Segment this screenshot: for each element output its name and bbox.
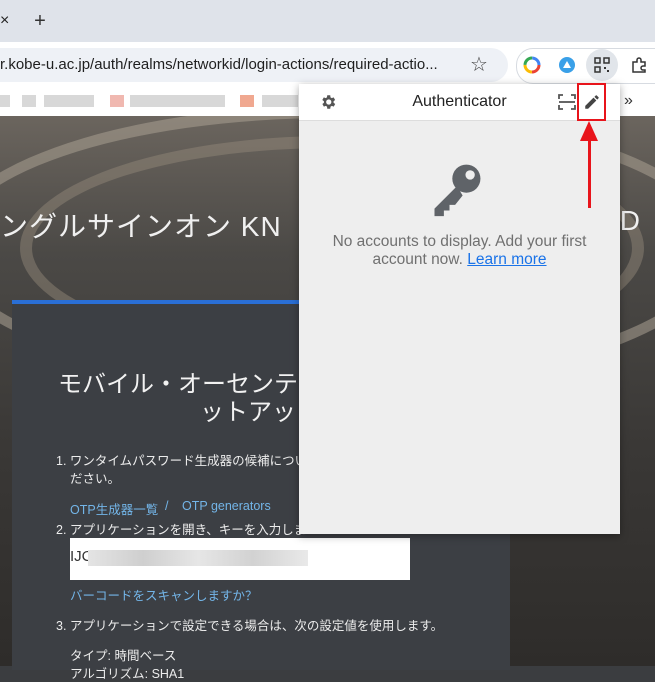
step-1-continued: ださい。 [70,472,121,486]
otp-generators-link-ja[interactable]: OTP生成器一覧 [70,499,158,518]
step-3-text: 3. アプリケーションで設定できる場合は、次の設定値を使用します。 [56,619,444,633]
blue-extension-icon[interactable] [558,56,576,74]
annotation-arrow-line [588,138,591,208]
bookmark-item[interactable] [130,95,225,107]
otp-generators-link-en[interactable]: OTP generators [182,499,271,513]
bookmark-item[interactable] [44,95,94,107]
tab-bar: × + [0,0,655,42]
qr-code-extension-icon[interactable] [593,56,611,74]
secret-key-redacted [88,550,308,566]
address-bar[interactable]: r.kobe-u.ac.jp/auth/realms/networkid/log… [0,48,508,82]
learn-more-link[interactable]: Learn more [467,251,546,268]
puzzle-extensions-icon[interactable] [630,56,648,74]
bookmark-item[interactable] [240,95,254,107]
bookmarks-overflow-chevron[interactable]: » [624,92,633,110]
secret-key-field[interactable]: IJC [70,538,410,580]
empty-message-line1: No accounts to display. Add your first [332,233,587,250]
annotation-highlight-box [577,83,606,121]
otp-link-separator: / [165,499,169,513]
tab-close-icon[interactable]: × [0,12,14,30]
bookmark-star-icon[interactable]: ☆ [470,52,488,77]
setup-title-line2: ットアッ [200,399,296,426]
scan-barcode-link[interactable]: バーコードをスキャンしますか？ [70,585,258,604]
authenticator-popup: Authenticator No accounts to display. Ad… [299,84,620,534]
color-ring-extension-icon[interactable] [523,56,541,74]
url-text: r.kobe-u.ac.jp/auth/realms/networkid/log… [0,56,438,73]
scan-qr-icon[interactable] [558,94,576,110]
new-tab-button[interactable]: + [30,10,50,32]
empty-message-line2: account now. [372,251,463,268]
popup-header: Authenticator [299,84,620,121]
bookmark-item[interactable] [110,95,124,107]
empty-accounts-message: No accounts to display. Add your first a… [299,233,620,269]
step-2-text: 2. アプリケーションを開き、キーを入力しま [56,523,307,537]
step-1-text: 1. ワンタイムパスワード生成器の候補につい [56,454,308,468]
otp-type-label: タイプ: 時間ベース [70,649,177,663]
bookmark-item[interactable] [22,95,36,107]
bookmark-item[interactable] [262,95,298,107]
key-icon [434,164,481,217]
bookmark-item[interactable] [0,95,10,107]
sso-heading: ングルサインオン KN [0,211,282,242]
